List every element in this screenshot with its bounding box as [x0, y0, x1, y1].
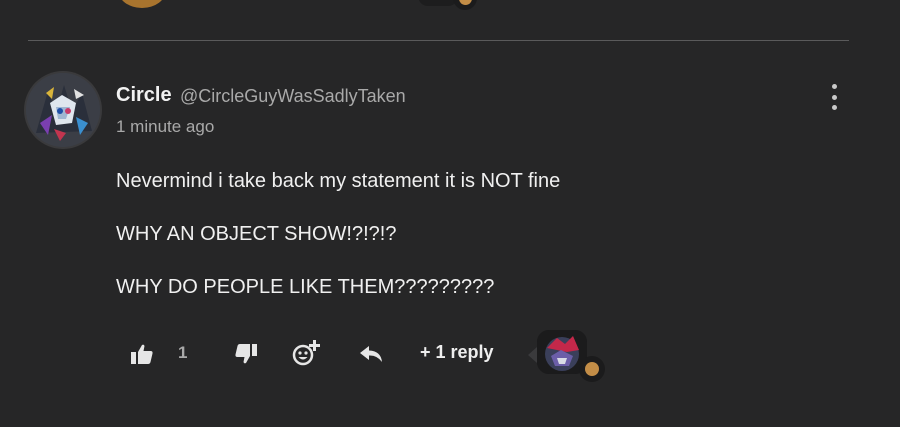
- comment-divider: [28, 40, 849, 41]
- thumbs-down-icon: [235, 344, 257, 364]
- menu-dot: [831, 94, 837, 100]
- like-count: 1: [178, 343, 188, 362]
- previous-reply-avatar[interactable]: [418, 0, 458, 6]
- vertical-ellipsis-icon[interactable]: [826, 84, 842, 110]
- like-button[interactable]: [130, 343, 154, 365]
- reply-arrow-icon: [360, 346, 382, 362]
- replies-caret-icon: [528, 347, 537, 363]
- avatar-art-icon: [26, 73, 100, 147]
- badge-dot-icon: [458, 0, 472, 5]
- reply-button[interactable]: [358, 343, 384, 365]
- comment-thread: Circle @CircleGuyWasSadlyTaken 1 minute …: [0, 0, 900, 427]
- comment-body-line: WHY DO PEOPLE LIKE THEM?????????: [116, 276, 495, 298]
- add-reaction-icon: [292, 340, 320, 366]
- previous-reply-badge: [453, 0, 477, 10]
- menu-dot: [831, 105, 837, 110]
- user-avatar[interactable]: [26, 73, 100, 147]
- comment-author-handle[interactable]: @CircleGuyWasSadlyTaken: [180, 86, 406, 107]
- previous-comment-avatar[interactable]: [118, 0, 166, 8]
- menu-dot: [831, 84, 837, 89]
- add-reaction-button[interactable]: [292, 339, 320, 367]
- dislike-button[interactable]: [234, 343, 258, 365]
- badge-dot-icon: [585, 362, 599, 376]
- reply-badge: [579, 356, 605, 382]
- comment-body-line: WHY AN OBJECT SHOW!?!?!?: [116, 223, 397, 245]
- comment-timestamp[interactable]: 1 minute ago: [116, 117, 214, 137]
- comment-author-name[interactable]: Circle: [116, 84, 172, 107]
- comment-body-line: Nevermind i take back my statement it is…: [116, 170, 561, 192]
- thumbs-up-icon: [131, 344, 153, 364]
- view-replies-button[interactable]: + 1 reply: [420, 342, 494, 363]
